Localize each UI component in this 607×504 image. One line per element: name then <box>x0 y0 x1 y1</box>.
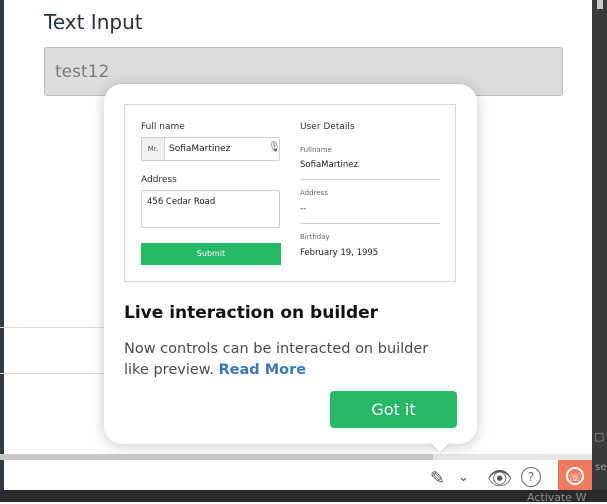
got-it-button[interactable]: Got it <box>330 391 457 428</box>
preview-details-title: User Details <box>300 122 355 132</box>
preview-fullname-value: SofiaMartinez <box>169 144 231 154</box>
popover-title: Live interaction on builder <box>124 303 379 323</box>
preview-detail-fullname-label: Fullname <box>300 146 332 154</box>
left-edge-bar <box>0 0 4 502</box>
popover-description: Now controls can be interacted on builde… <box>124 339 454 381</box>
divider-line <box>0 373 110 374</box>
preview-separator <box>300 223 440 224</box>
microphone-icon: 🎙 <box>268 142 281 153</box>
support-icon: ☏ <box>566 467 584 485</box>
help-icon[interactable]: ? <box>521 467 541 487</box>
preview-image: Full name Mr. SofiaMartinez 🎙 Address 45… <box>124 104 456 282</box>
preview-separator <box>300 179 440 180</box>
pencil-icon[interactable]: ✎ <box>430 468 445 489</box>
right-panel-edge <box>592 0 607 502</box>
activate-windows-label: Activate W <box>527 491 587 504</box>
divider-line <box>0 327 110 328</box>
preview-detail-birthday-label: Birthday <box>300 233 330 241</box>
preview-address-field: 456 Cedar Road <box>141 190 280 228</box>
feature-tour-popover: Full name Mr. SofiaMartinez 🎙 Address 45… <box>104 84 477 444</box>
field-label: Text Input <box>44 10 143 34</box>
preview-fullname-label: Full name <box>141 122 185 132</box>
clipboard-icon: ▢ <box>594 430 605 443</box>
preview-detail-address-value: -- <box>300 204 307 214</box>
preview-fullname-field: Mr. SofiaMartinez 🎙 <box>141 137 281 161</box>
preview-address-label: Address <box>141 175 177 185</box>
preview-detail-address-label: Address <box>300 189 328 197</box>
preview-submit-button: Submit <box>141 243 281 265</box>
preview-prefix: Mr. <box>142 138 165 160</box>
read-more-link[interactable]: Read More <box>219 362 307 378</box>
preview-detail-birthday-value: February 19, 1995 <box>300 248 379 258</box>
chevron-down-icon[interactable]: ⌄ <box>458 470 469 485</box>
taskbar-strip <box>0 490 607 502</box>
support-button[interactable]: ☏ <box>558 460 592 494</box>
eye-icon[interactable]: 👁 <box>487 466 512 490</box>
popover-arrow <box>428 440 452 452</box>
scrollbar-thumb[interactable] <box>0 454 433 460</box>
horizontal-scrollbar[interactable] <box>0 454 593 460</box>
vertical-scrollbar-thumb[interactable] <box>597 0 603 9</box>
side-label: se <box>595 462 607 473</box>
preview-detail-fullname-value: SofiaMartinez <box>300 160 358 170</box>
